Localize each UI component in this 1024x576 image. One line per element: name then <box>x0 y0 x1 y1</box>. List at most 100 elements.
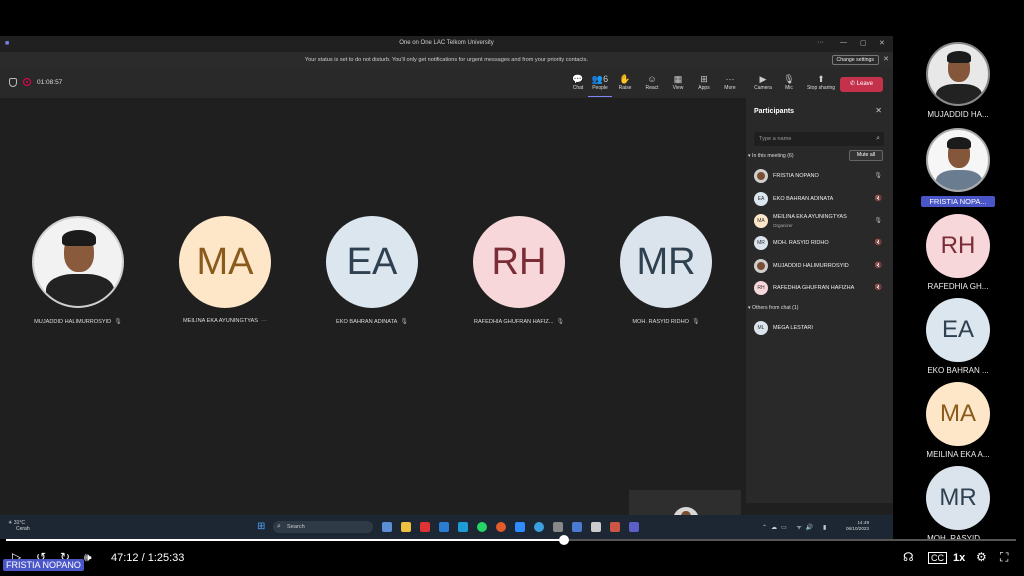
raise-hand-icon: ✋ <box>619 74 631 84</box>
apps-icon: ⊞ <box>700 74 708 84</box>
taskbar-search[interactable]: Search <box>273 521 373 533</box>
gallery-tile[interactable]: MUJADDID HA... <box>921 42 995 119</box>
toolbar-raise-button[interactable]: ✋ Raise <box>613 73 637 91</box>
gallery-avatar: EA <box>926 298 990 362</box>
participant-row-name: EKO BAHRAN ADINATA <box>773 196 834 202</box>
whatsapp-icon[interactable] <box>477 522 487 532</box>
toolbar-label: Raise <box>618 85 632 91</box>
gallery-tile[interactable]: MA MEILINA EKA A... <box>921 382 995 459</box>
toolbar-label: Chat <box>572 85 584 91</box>
app-icon-2[interactable] <box>515 522 525 532</box>
app-icon-1[interactable] <box>420 522 430 532</box>
settings-gear-icon[interactable]: ⚙ <box>976 550 987 564</box>
progress-bar[interactable] <box>6 535 1016 545</box>
app-icon-5[interactable] <box>610 522 620 532</box>
view-icon: ▦ <box>673 74 683 84</box>
mic-icon: 🎙 <box>556 319 565 325</box>
participant-tile[interactable]: MR MOH. RASYID RIDHO 🎙 <box>601 216 731 325</box>
toolbar-more-button[interactable]: ··· More <box>718 73 742 91</box>
participant-row-name: MEILINA EKA AYUNINGTYAS <box>773 214 847 220</box>
participant-row-name: RAFEDHIA GHUFRAN HAFIZHA <box>773 285 855 291</box>
video-stage: MUJADDID HALIMURROSYID 🎙 MA MEILINA EKA AYU… <box>0 98 743 539</box>
system-clock[interactable]: 14:49 06/10/2023 <box>846 520 869 532</box>
settings-icon[interactable] <box>553 522 563 532</box>
participant-tile[interactable]: MA MEILINA EKA AYUNINGTYAS ··· <box>160 216 290 324</box>
toolbar-chat-button[interactable]: 💬 Chat <box>566 73 590 91</box>
participant-avatar: EA <box>326 216 418 308</box>
participant-row-name: FRISTIA NOPANO <box>773 173 819 179</box>
gallery-tile[interactable]: RH RAFEDHIA GH... <box>921 214 995 291</box>
video-gallery: MUJADDID HA... FRISTIA NOPA... RH RAFEDHIA … <box>893 36 1024 543</box>
participant-row[interactable]: MA MEILINA EKA AYUNINGTYAS Organizer 🎙 <box>754 211 884 231</box>
more-icon: ··· <box>725 74 735 84</box>
chrome-icon[interactable] <box>496 522 506 532</box>
chat-icon: 💬 <box>572 74 584 84</box>
participants-title: Participants <box>754 108 795 115</box>
toolbar-people-button[interactable]: 👥6 People <box>588 73 612 97</box>
toolbar-apps-button[interactable]: ⊞ Apps <box>692 73 716 91</box>
participant-row[interactable]: EA EKO BAHRAN ADINATA 🔇 <box>754 189 884 209</box>
gallery-avatar: MR <box>926 466 990 530</box>
audio-description-icon[interactable]: ☊ <box>903 550 914 564</box>
app-icon-3[interactable] <box>572 522 582 532</box>
progress-fill <box>6 539 564 541</box>
meeting-timer: 01:08:57 <box>37 79 63 86</box>
toolbar-view-button[interactable]: ▦ View <box>666 73 690 91</box>
volume-icon[interactable]: 🕪 <box>84 550 92 564</box>
recording-icon <box>23 78 31 86</box>
mute-all-button[interactable]: Mute all <box>849 150 883 161</box>
screen: ■ One on One LAC Telkom University ··· —… <box>0 0 1024 576</box>
gallery-tile[interactable]: FRISTIA NOPA... <box>921 128 995 207</box>
gallery-name: MUJADDID HA... <box>927 110 989 119</box>
weather-icon: ☀ <box>8 520 13 526</box>
gallery-name: EKO BAHRAN ... <box>927 366 989 375</box>
browser-icon[interactable] <box>534 522 544 532</box>
file-explorer-icon[interactable] <box>401 522 411 532</box>
gallery-tile[interactable]: MRMOH. RASYID ... <box>921 466 995 543</box>
participant-row-avatar <box>754 169 768 183</box>
gallery-name: MEILINA EKA A... <box>926 450 990 459</box>
gallery-avatar: MA <box>926 382 990 446</box>
participant-tile[interactable]: MUJADDID HALIMURROSYID 🎙 <box>13 216 143 325</box>
toolbar-label: People <box>592 85 608 91</box>
playback-speed[interactable]: 1x <box>953 552 965 564</box>
toolbar-react-button[interactable]: ☺ React <box>640 73 664 91</box>
mic-icon: 🎙 <box>691 319 700 325</box>
weather-widget[interactable]: ☀ 31°C Cerah <box>8 520 30 532</box>
progress-knob[interactable] <box>558 535 569 545</box>
fullscreen-icon[interactable]: ⛶ <box>1000 550 1008 564</box>
participant-avatar: MA <box>179 216 271 308</box>
app-icon-4[interactable] <box>591 522 601 532</box>
participant-search-input[interactable]: Type a name ⌕ <box>754 132 884 146</box>
participant-role: Organizer <box>773 223 793 228</box>
close-panel-icon[interactable]: ✕ <box>875 106 882 115</box>
in-meeting-header[interactable]: ▾ In this meeting (6) <box>748 153 794 159</box>
windows-start-icon[interactable]: ⊞ <box>257 522 267 532</box>
participant-name: MUJADDID HALIMURROSYID 🎙 <box>34 319 122 325</box>
participant-tile[interactable]: EA EKO BAHRAN ADINATA 🎙 <box>307 216 437 325</box>
participant-row-name: MEGA LESTARI <box>773 325 813 331</box>
teams-taskbar-icon[interactable] <box>629 522 639 532</box>
captions-icon[interactable]: CC <box>928 552 947 564</box>
chat-participant-row[interactable]: ML MEGA LESTARI <box>754 318 884 338</box>
toolbar-label: Apps <box>698 85 710 91</box>
participant-avatar: RH <box>473 216 565 308</box>
gallery-tile[interactable]: EA EKO BAHRAN ... <box>921 298 995 375</box>
participant-row-avatar: MR <box>754 236 768 250</box>
participant-row[interactable]: RH RAFEDHIA GHUFRAN HAFIZHA 🔇 <box>754 278 884 298</box>
participant-row-avatar: ML <box>754 321 768 335</box>
toolbar-label: More <box>724 85 736 91</box>
participant-name: MOH. RASYID RIDHO 🎙 <box>632 319 700 325</box>
edge-icon[interactable] <box>458 522 468 532</box>
system-tray[interactable]: ⌃☁▭ ᯤ🔊 ▮ <box>762 523 830 531</box>
participant-row-name: MUJADDID HALIMURROSYID <box>773 263 849 269</box>
word-icon[interactable] <box>439 522 449 532</box>
participant-mic-icon: 🎙 <box>874 173 882 179</box>
participant-row[interactable]: FRISTIA NOPANO 🎙 <box>754 166 884 186</box>
people-icon: 👥6 <box>591 74 609 84</box>
others-header[interactable]: ▾ Others from chat (1) <box>748 305 798 311</box>
participant-tile[interactable]: RH RAFEDHIA GHUFRAN HAFIZ... 🎙 <box>454 216 584 325</box>
participant-row[interactable]: MR MOH. RASYID RIDHO 🔇 <box>754 233 884 253</box>
participant-row[interactable]: MUJADDID HALIMURROSYID 🔇 <box>754 256 884 276</box>
task-view-icon[interactable] <box>382 522 392 532</box>
